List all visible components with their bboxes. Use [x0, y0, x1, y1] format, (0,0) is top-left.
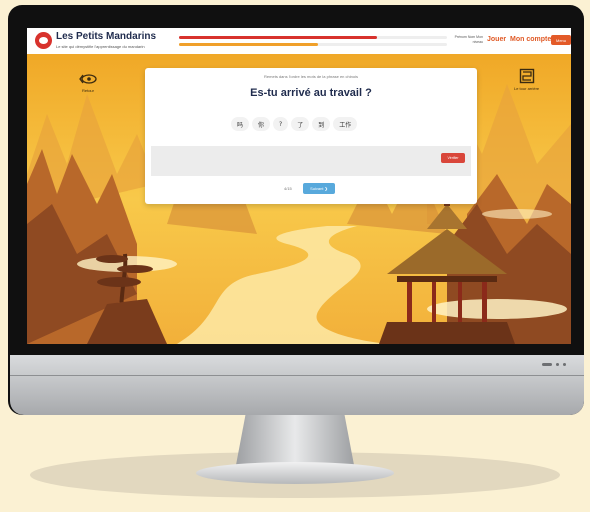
brand-title[interactable]: Les Petits Mandarins — [56, 31, 156, 42]
chin-divider — [10, 375, 584, 376]
word-chip[interactable]: 你 — [252, 117, 271, 131]
menu-button[interactable]: Menu — [551, 35, 571, 45]
answer-drop-zone[interactable] — [151, 146, 471, 176]
screen: Les Petits Mandarins Le site qui démysti… — [27, 28, 571, 344]
monitor-button-icon — [556, 363, 559, 366]
site-header: Les Petits Mandarins Le site qui démysti… — [27, 28, 571, 54]
exercise-instruction: Remets dans l'ordre les mots de la phras… — [264, 74, 358, 79]
monitor-stand-neck — [236, 415, 354, 465]
panda-logo-icon[interactable] — [35, 32, 52, 49]
level-progress-bar — [179, 36, 447, 39]
monitor-chin — [10, 355, 584, 415]
next-button[interactable]: Suivant ❯ — [303, 183, 335, 194]
word-chip-list: 吗 你 ? 了 到 工作 — [231, 117, 358, 131]
xp-progress-fill — [179, 43, 319, 46]
exercise-card: Remets dans l'ordre les mots de la phras… — [145, 68, 477, 204]
board-label: Le tour arrière — [514, 86, 540, 91]
power-button-icon — [542, 363, 552, 366]
back-eye-icon — [79, 74, 97, 84]
board-button[interactable]: Le tour arrière — [514, 68, 539, 91]
monitor-button-icon — [563, 363, 566, 366]
exercise-question: Es-tu arrivé au travail ? — [250, 87, 372, 99]
word-chip[interactable]: 到 — [312, 117, 331, 131]
monitor-buttons — [542, 363, 566, 366]
monitor-frame: Les Petits Mandarins Le site qui démysti… — [8, 5, 584, 415]
back-button[interactable]: Retour — [79, 72, 97, 93]
knot-icon — [519, 68, 534, 84]
nav-play-link[interactable]: Jouer — [487, 36, 506, 43]
word-chip[interactable]: 了 — [291, 117, 310, 131]
back-label: Retour — [81, 88, 94, 93]
monitor-stand-base — [196, 462, 394, 484]
word-chip[interactable]: ? — [273, 117, 289, 131]
brand-subtitle: Le site qui démystifie l'apprentissage d… — [56, 44, 145, 49]
check-button[interactable]: Vérifier — [441, 153, 465, 163]
word-chip[interactable]: 吗 — [231, 117, 250, 131]
nav-account-link[interactable]: Mon compte — [510, 36, 551, 43]
user-info-text: Prénom Nom Mon niveau — [454, 35, 483, 44]
word-chip[interactable]: 工作 — [333, 117, 358, 131]
xp-progress-bar — [179, 43, 447, 46]
question-counter: 4/15 — [284, 186, 292, 191]
level-progress-fill — [179, 36, 378, 39]
